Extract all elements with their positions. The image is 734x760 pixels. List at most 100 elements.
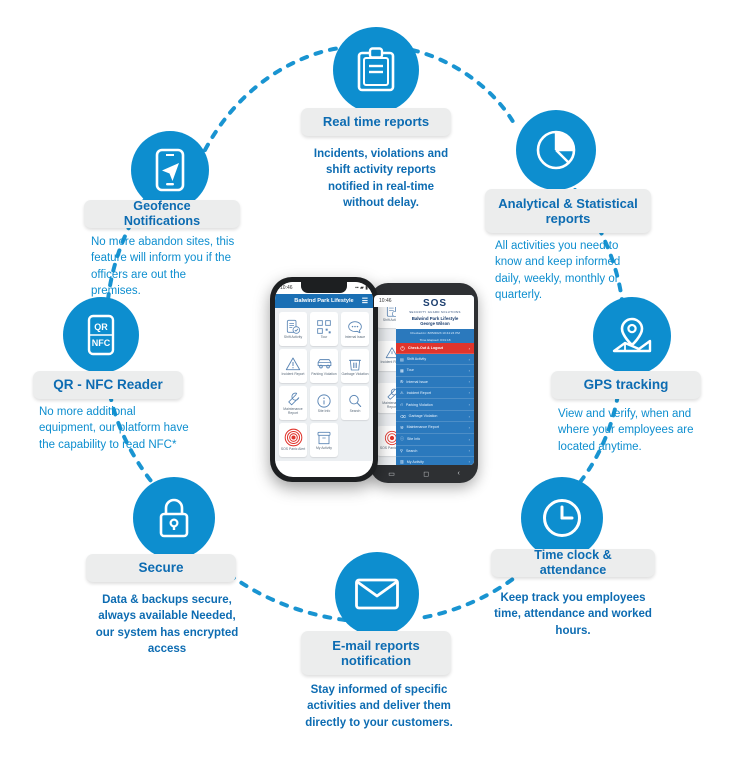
chevron-right-icon: ›: [468, 436, 470, 442]
feature-body-qr-nfc-reader: No more additional equipment, our platfo…: [39, 406, 189, 451]
sos-logo-subtitle: SECURITY GUARD SOLUTIONS: [409, 310, 461, 314]
menu-item-parking-violation[interactable]: ⛙ Parking Violation ›: [396, 399, 474, 412]
warning-triangle-icon: ⚠: [400, 390, 404, 396]
tile-shift-activity[interactable]: Shift Activity: [279, 312, 307, 346]
feature-icon-real-time-reports[interactable]: [333, 27, 419, 113]
tile-label: Site Info: [317, 408, 331, 413]
tile-label: Search: [349, 408, 361, 413]
tile-tour[interactable]: Tour: [310, 312, 338, 346]
tile-label: Maintenance Report: [283, 406, 303, 415]
feature-icon-secure[interactable]: [133, 477, 215, 559]
feature-icon-gps-tracking[interactable]: [593, 297, 671, 375]
tile-label: Garbage Violation: [341, 371, 369, 376]
status-time: 10:46: [280, 285, 293, 291]
sos-logo: SOS: [422, 298, 448, 309]
feature-icon-geofence-notifications[interactable]: [131, 131, 209, 209]
android-home-button[interactable]: ◻: [423, 470, 429, 478]
info-circle-icon: ⓘ: [400, 436, 404, 442]
android-back-button[interactable]: ▭: [388, 470, 395, 478]
warning-triangle-icon: [285, 357, 301, 370]
feature-title-gps-tracking: GPS tracking: [551, 371, 701, 399]
phone-front-screen: 10:46 ▪▪ ▰ ▮ Balwind Park Lifestyle ☰ Sh…: [275, 282, 373, 477]
feature-tile-grid: Shift Activity Tour Internal Issue Incid…: [275, 308, 373, 461]
tile-label: Internal Issue: [344, 334, 366, 339]
chevron-right-icon: ›: [468, 379, 470, 385]
menu-item-label: Internal Issue: [406, 379, 428, 384]
document-check-icon: [286, 319, 301, 334]
chevron-right-icon: ›: [468, 356, 470, 362]
menu-item-garbage-violation[interactable]: ⌫ Garbage Violation ›: [396, 411, 474, 423]
feature-icon-qr-nfc-reader[interactable]: QR NFC: [63, 297, 139, 373]
chevron-right-icon: ›: [468, 459, 470, 465]
menu-item-tour[interactable]: ▦ Tour ›: [396, 365, 474, 377]
tile-sos-panic-alert[interactable]: SOS Panic Alert: [279, 423, 307, 457]
menu-item-incident-report[interactable]: ⚠ Incident Report ›: [396, 388, 474, 399]
wrench-icon: [288, 392, 300, 406]
menu-item-label: Tour: [406, 368, 414, 373]
menu-item-shift-activity[interactable]: ▤ Shift Activity ›: [396, 354, 474, 366]
svg-text:QR: QR: [94, 322, 108, 332]
menu-item-my-activity[interactable]: ▥ My Activity ›: [396, 457, 474, 465]
tile-label: Shift Activity: [283, 334, 303, 339]
menu-item-check-out-logout[interactable]: Check-Out & Logout ›: [396, 343, 474, 355]
feature-icon-analytical-statistical-reports[interactable]: [516, 110, 596, 190]
tile-search[interactable]: Search: [341, 386, 369, 420]
drawer-header: SOS SECURITY GUARD SOLUTIONS Balwind Par…: [396, 295, 474, 329]
app-bar-title: Balwind Park Lifestyle: [294, 298, 354, 304]
chevron-right-icon: ›: [468, 367, 470, 373]
tile-label: My Activity: [315, 445, 332, 450]
tile-my-activity[interactable]: My Activity: [310, 423, 338, 457]
drawer-user-name: George Wilson: [420, 321, 450, 326]
drawer-elapsed-time: Time Elapsed: 0:01:18: [396, 336, 474, 343]
feature-body-analytical-statistical-reports: All activities you need to know and keep…: [495, 240, 621, 301]
feature-icon-time-clock-attendance[interactable]: [521, 477, 603, 559]
chat-bubble-icon: ✇: [400, 379, 404, 385]
info-circle-icon: [317, 394, 331, 408]
menu-item-search[interactable]: ⚲ Search ›: [396, 446, 474, 457]
wrench-icon: ⚒: [400, 424, 404, 430]
feature-title-qr-nfc-reader: QR - NFC Reader: [33, 371, 183, 399]
menu-item-label: Site Info: [407, 437, 421, 442]
phone-mockup-front: 10:46 ▪▪ ▰ ▮ Balwind Park Lifestyle ☰ Sh…: [270, 277, 378, 482]
car-icon: [317, 359, 331, 369]
feature-title-email-reports-notification: E-mail reports notification: [301, 631, 451, 675]
tile-label: Incident Report: [281, 371, 305, 376]
hamburger-icon[interactable]: ☰: [362, 298, 368, 305]
menu-item-internal-issue[interactable]: ✇ Internal Issue ›: [396, 377, 474, 388]
tile-site-info[interactable]: Site Info: [310, 386, 338, 420]
feature-body-email-reports-notification: Stay informed of specific activities and…: [305, 684, 453, 729]
tile-label: Tour: [320, 334, 328, 339]
navigation-drawer: SOS SECURITY GUARD SOLUTIONS Balwind Par…: [396, 295, 474, 465]
feature-title-analytical-statistical-reports: Analytical & Statistical reports: [485, 189, 651, 233]
chevron-right-icon: ›: [468, 424, 470, 430]
tile-empty-slot: [341, 423, 369, 457]
feature-body-real-time-reports: Incidents, violations and shift activity…: [313, 148, 449, 209]
feature-title-time-clock-attendance: Time clock & attendance: [491, 548, 655, 577]
chevron-right-icon: ›: [468, 402, 470, 408]
android-recents-button[interactable]: ‹: [457, 470, 459, 477]
phone-location-icon: [155, 148, 185, 192]
tile-garbage-violation[interactable]: Garbage Violation: [341, 349, 369, 383]
padlock-icon: [159, 498, 189, 538]
menu-item-maintenance-report[interactable]: ⚒ Maintenance Report ›: [396, 422, 474, 434]
tile-incident-report[interactable]: Incident Report: [279, 349, 307, 383]
status-icons: ▪▪ ▰ ▮: [355, 285, 368, 291]
power-icon: [400, 345, 405, 351]
phone-notch: [301, 282, 347, 293]
menu-item-site-info[interactable]: ⓘ Site Info ›: [396, 434, 474, 446]
feature-body-geofence-notifications: No more abandon sites, this feature will…: [91, 236, 235, 297]
feature-icon-email-reports-notification[interactable]: [335, 552, 419, 636]
svg-text:NFC: NFC: [92, 338, 111, 348]
tile-parking-violation[interactable]: Parking Violation: [310, 349, 338, 383]
envelope-icon: [355, 578, 399, 610]
android-navigation-bar[interactable]: ▭ ◻ ‹: [374, 466, 474, 481]
tile-maintenance-report[interactable]: Maintenance Report: [279, 386, 307, 420]
tile-internal-issue[interactable]: Internal Issue: [341, 312, 369, 346]
chevron-right-icon: ›: [468, 345, 470, 351]
app-bar: Balwind Park Lifestyle ☰: [275, 294, 373, 308]
chat-bubble-icon: [348, 320, 362, 333]
menu-item-label: Maintenance Report: [406, 425, 439, 430]
qr-nfc-icon: QR NFC: [87, 314, 115, 356]
map-pin-icon: [612, 317, 652, 353]
archive-box-icon: ▥: [400, 459, 404, 465]
